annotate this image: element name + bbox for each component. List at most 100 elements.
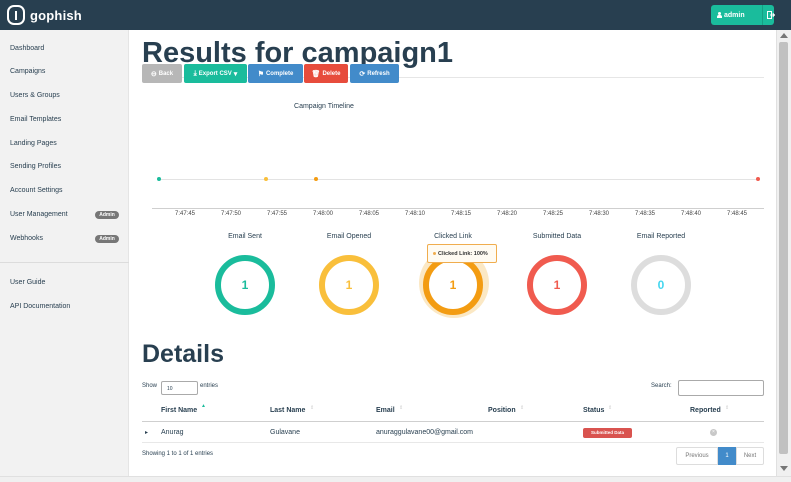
stat-label-clicked-link: Clicked Link (434, 233, 472, 240)
export-csv-button[interactable]: ⤓ Export CSV ▾ (184, 64, 247, 83)
timeline-event-opened[interactable] (264, 177, 268, 181)
sort-asc-icon: ▲ (201, 403, 206, 409)
not-reported-icon: × (710, 429, 717, 436)
delete-button[interactable]: 🗑 Delete (304, 64, 348, 83)
sidebar-item-users-groups[interactable]: Users & Groups (10, 92, 60, 99)
pagination-page-1[interactable]: 1 (718, 447, 736, 465)
donut-email-reported[interactable]: 0 (631, 255, 691, 315)
timeline-tick: 7:48:00 (312, 211, 334, 217)
sidebar-item-api-documentation[interactable]: API Documentation (10, 303, 70, 310)
details-heading: Details (142, 340, 224, 368)
timeline-tick: 7:48:15 (450, 211, 472, 217)
sidebar-item-email-templates[interactable]: Email Templates (10, 116, 61, 123)
column-header-position[interactable]: Position (488, 407, 516, 414)
admin-user-button[interactable]: admin (711, 5, 775, 25)
caret-down-icon: ▾ (233, 70, 238, 78)
stat-label-submitted-data: Submitted Data (532, 233, 582, 240)
timeline-tick: 7:47:45 (174, 211, 196, 217)
column-header-status[interactable]: Status (583, 407, 604, 414)
refresh-button[interactable]: ⟳ Refresh (350, 64, 399, 83)
sidebar-item-user-guide[interactable]: User Guide (10, 279, 45, 286)
timeline-tick: 7:48:35 (634, 211, 656, 217)
column-header-first-name[interactable]: First Name (161, 407, 197, 414)
flag-icon: ⚑ (257, 70, 264, 78)
sidebar-item-user-management[interactable]: User Management (10, 211, 68, 218)
complete-button[interactable]: ⚑ Complete (248, 64, 303, 83)
timeline-tick: 7:48:40 (680, 211, 702, 217)
timeline-event-submitted[interactable] (756, 177, 760, 181)
timeline-tick: 7:47:55 (266, 211, 288, 217)
timeline-title: Campaign Timeline (294, 103, 354, 110)
user-icon (717, 12, 722, 18)
search-label: Search: (651, 383, 672, 389)
admin-badge: Admin (95, 235, 119, 243)
download-icon: ⤓ (193, 69, 197, 77)
horizontal-scrollbar[interactable] (0, 476, 791, 482)
back-arrow-icon: ⊖ (150, 70, 157, 78)
donut-submitted-data[interactable]: 1 (527, 255, 587, 315)
gophish-logo[interactable]: gophish (7, 5, 82, 25)
sidebar-divider (0, 262, 129, 263)
cell-first-name: Anurag (161, 429, 184, 436)
timeline-tick: 7:48:10 (404, 211, 426, 217)
refresh-icon: ⟳ (359, 70, 366, 78)
search-input[interactable] (678, 380, 764, 396)
sort-icon: ⇕ (310, 405, 315, 411)
sidebar-item-sending-profiles[interactable]: Sending Profiles (10, 163, 61, 170)
show-label: Show (142, 383, 158, 389)
sidebar-item-webhooks[interactable]: Webhooks (10, 235, 43, 242)
sidebar-item-dashboard[interactable]: Dashboard (10, 45, 44, 52)
timeline-tick: 7:48:25 (542, 211, 564, 217)
column-header-email[interactable]: Email (376, 407, 395, 414)
column-header-last-name[interactable]: Last Name (270, 407, 305, 414)
cell-email: anuraggulavane00@gmail.com (376, 429, 473, 436)
table-row-divider (142, 442, 764, 443)
sidebar-item-landing-pages[interactable]: Landing Pages (10, 140, 57, 147)
timeline-tick: 7:48:05 (358, 211, 380, 217)
admin-label: admin (724, 11, 745, 19)
pagination-next[interactable]: Next (736, 447, 764, 465)
vertical-scrollbar[interactable] (776, 30, 791, 476)
donut-clicked-link[interactable]: 1 (423, 255, 483, 315)
sidebar-item-campaigns[interactable]: Campaigns (10, 68, 45, 75)
donut-email-sent[interactable]: 1 (215, 255, 275, 315)
scroll-up-icon[interactable] (780, 33, 788, 38)
cell-last-name: Gulavane (270, 429, 300, 436)
logout-icon[interactable] (767, 11, 775, 19)
sort-icon: ⇕ (399, 405, 404, 411)
sort-icon: ⇕ (520, 405, 525, 411)
scroll-down-icon[interactable] (780, 466, 788, 471)
timeline-tick: 7:48:45 (726, 211, 748, 217)
timeline-tick: 7:48:30 (588, 211, 610, 217)
trash-icon: 🗑 (311, 70, 321, 78)
status-badge: Submitted Data (583, 428, 632, 438)
sidebar-item-account-settings[interactable]: Account Settings (10, 187, 63, 194)
pagination-previous[interactable]: Previous (676, 447, 718, 465)
stat-label-email-reported: Email Reported (636, 233, 686, 240)
timeline-axis (152, 208, 764, 209)
scroll-thumb[interactable] (779, 42, 788, 454)
entries-label: entries (200, 383, 219, 389)
timeline-tick: 7:48:20 (496, 211, 518, 217)
timeline-event-clicked[interactable] (314, 177, 318, 181)
admin-badge: Admin (95, 211, 119, 219)
table-header-divider (142, 421, 764, 422)
logo-text: gophish (30, 7, 82, 23)
stat-label-email-opened: Email Opened (326, 233, 372, 240)
timeline-event-sent[interactable] (157, 177, 161, 181)
donut-email-opened[interactable]: 1 (319, 255, 379, 315)
timeline-line (158, 179, 758, 180)
gophish-logo-icon (7, 5, 25, 25)
expand-row-icon[interactable]: ▸ (145, 429, 148, 436)
sidebar: Dashboard Campaigns Users & Groups Email… (0, 30, 129, 476)
top-navbar: gophish admin (0, 0, 791, 30)
table-info: Showing 1 to 1 of 1 entries (142, 451, 214, 457)
sort-icon: ⇕ (608, 405, 613, 411)
back-button[interactable]: ⊖ Back (142, 64, 182, 83)
tooltip-color-dot (433, 252, 436, 255)
entries-per-page-select[interactable]: 10 (161, 381, 198, 395)
stat-label-email-sent: Email Sent (228, 233, 262, 240)
donut-tooltip: Clicked Link: 100% (427, 244, 497, 263)
column-header-reported[interactable]: Reported (690, 407, 721, 414)
timeline-tick: 7:47:50 (220, 211, 242, 217)
